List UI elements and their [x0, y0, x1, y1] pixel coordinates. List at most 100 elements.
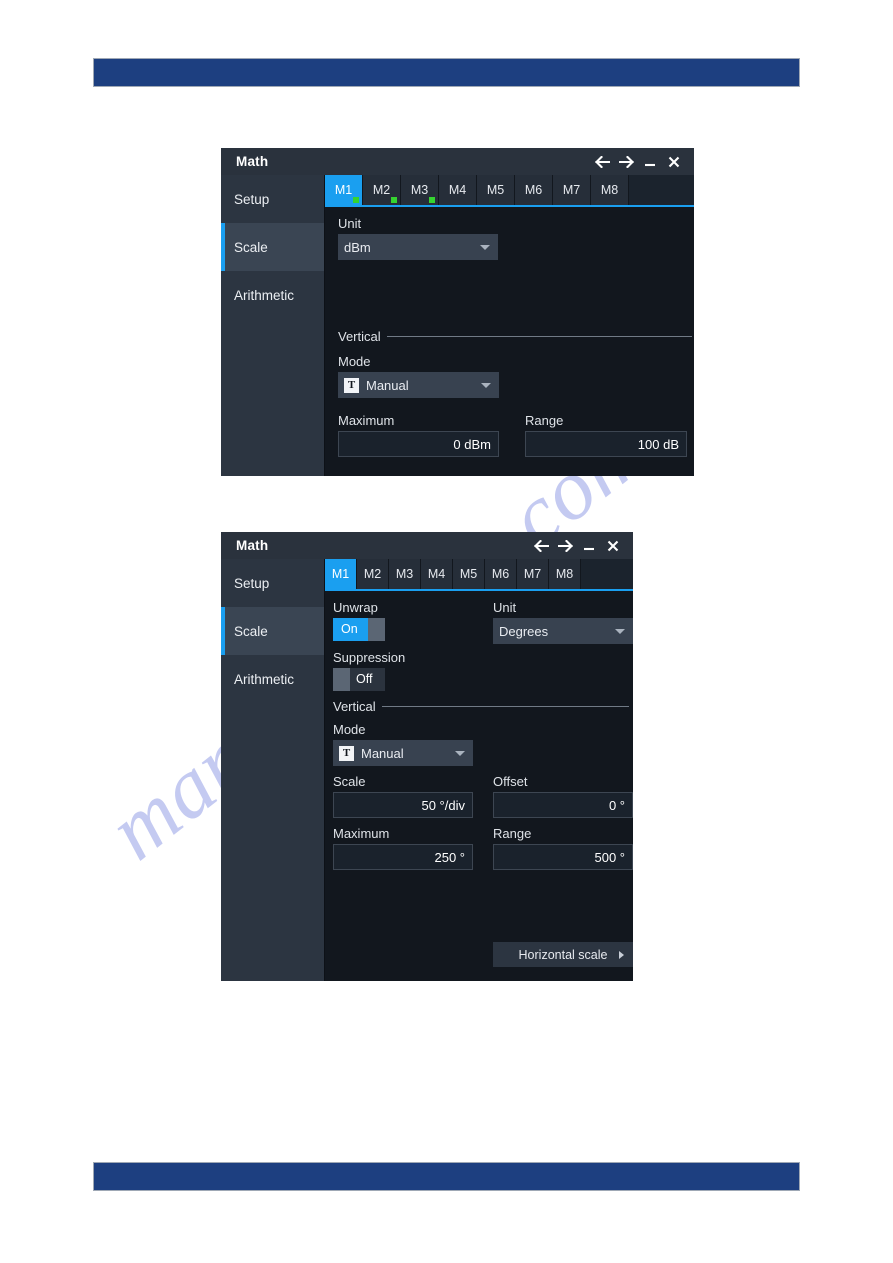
tab-label: M6: [524, 183, 543, 197]
range-input[interactable]: 100 dB: [525, 431, 687, 457]
maximum-input[interactable]: 250 °: [333, 844, 473, 870]
range-input[interactable]: 500 °: [493, 844, 633, 870]
sidebar-item-setup[interactable]: Setup: [221, 559, 324, 607]
chevron-down-icon: [615, 629, 625, 634]
vertical-section-label: Vertical: [338, 329, 381, 344]
horizontal-scale-label: Horizontal scale: [518, 947, 608, 962]
dialog2-tabstrip: M1 M2 M3 M4 M5 M6 M7 M8: [325, 559, 633, 591]
sidebar-item-label: Arithmetic: [234, 287, 295, 303]
mode-dropdown[interactable]: T Manual: [338, 372, 499, 398]
tab-m5[interactable]: M5: [453, 559, 485, 589]
unit-dropdown[interactable]: Degrees: [493, 618, 633, 644]
dialog2-titlebar: Math: [221, 532, 633, 559]
sidebar-item-setup[interactable]: Setup: [221, 175, 324, 223]
mode-dropdown[interactable]: T Manual: [333, 740, 473, 766]
unit-value: Degrees: [499, 623, 549, 639]
maximum-label: Maximum: [333, 826, 390, 841]
tab-label: M2: [363, 567, 382, 581]
dialog2-body: Setup Scale Arithmetic M1 M2 M3 M4 M5 M6…: [221, 559, 633, 981]
sidebar-item-label: Arithmetic: [234, 671, 295, 687]
tab-m1[interactable]: M1: [325, 559, 357, 589]
tab-m7[interactable]: M7: [517, 559, 549, 589]
tab-label: M3: [395, 567, 414, 581]
sidebar-item-label: Setup: [234, 575, 270, 591]
tab-m5[interactable]: M5: [477, 175, 515, 205]
tab-m4[interactable]: M4: [439, 175, 477, 205]
dialog2-title: Math: [236, 538, 269, 553]
suppression-label: Suppression: [333, 650, 406, 665]
maximum-label: Maximum: [338, 413, 395, 428]
offset-value: 0 °: [608, 797, 625, 813]
tab-m4[interactable]: M4: [421, 559, 453, 589]
tab-m2[interactable]: M2: [363, 175, 401, 205]
section-divider: [381, 706, 629, 707]
sidebar-item-arithmetic[interactable]: Arithmetic: [221, 271, 324, 319]
scale-value: 50 °/div: [421, 797, 465, 813]
suppression-toggle[interactable]: Off: [333, 668, 385, 691]
back-arrow-icon[interactable]: [590, 151, 614, 173]
dialog2-content: M1 M2 M3 M4 M5 M6 M7 M8 Unwrap On Unit D…: [325, 559, 633, 981]
tab-label: M8: [555, 567, 574, 581]
mode-label: Mode: [338, 354, 371, 369]
vertical-section-label: Vertical: [333, 699, 376, 714]
page-footer-bar: [93, 1162, 800, 1191]
horizontal-scale-button[interactable]: Horizontal scale: [493, 942, 633, 967]
close-icon[interactable]: [662, 151, 686, 173]
range-value: 100 dB: [637, 436, 679, 452]
chevron-down-icon: [481, 383, 491, 388]
unit-value: dBm: [344, 239, 371, 255]
tab-m1[interactable]: M1: [325, 175, 363, 205]
tab-label: M3: [410, 183, 429, 197]
minimize-icon[interactable]: [638, 151, 662, 173]
math-scale-dialog-magnitude: Math Setup Scale Arithmetic M1 M2 M3 M4 …: [221, 148, 694, 476]
maximum-input[interactable]: 0 dBm: [338, 431, 499, 457]
unit-dropdown[interactable]: dBm: [338, 234, 498, 260]
tab-active-dot-icon: [391, 197, 397, 203]
page-header-bar: [93, 58, 800, 87]
minimize-icon[interactable]: [577, 535, 601, 557]
tab-m8[interactable]: M8: [591, 175, 629, 205]
dialog2-sidebar: Setup Scale Arithmetic: [221, 559, 325, 981]
scale-input[interactable]: 50 °/div: [333, 792, 473, 818]
tab-label: M5: [486, 183, 505, 197]
tab-active-dot-icon: [429, 197, 435, 203]
chevron-down-icon: [480, 245, 490, 250]
dialog1-panel: Unit dBm Vertical Mode T Manual Maximum: [325, 207, 694, 476]
forward-arrow-icon[interactable]: [614, 151, 638, 173]
tab-m7[interactable]: M7: [553, 175, 591, 205]
close-icon[interactable]: [601, 535, 625, 557]
dialog1-title: Math: [236, 154, 269, 169]
forward-arrow-icon[interactable]: [553, 535, 577, 557]
dialog1-sidebar: Setup Scale Arithmetic: [221, 175, 325, 476]
offset-label: Offset: [493, 774, 528, 789]
tab-m6[interactable]: M6: [515, 175, 553, 205]
maximum-value: 250 °: [434, 849, 465, 865]
tab-m3[interactable]: M3: [389, 559, 421, 589]
tab-label: M7: [562, 183, 581, 197]
tab-label: M5: [459, 567, 478, 581]
dialog2-panel: Unwrap On Unit Degrees Suppression Off V…: [325, 591, 633, 981]
tab-m3[interactable]: M3: [401, 175, 439, 205]
range-label: Range: [525, 413, 564, 428]
sidebar-item-scale[interactable]: Scale: [221, 223, 324, 271]
dialog1-body: Setup Scale Arithmetic M1 M2 M3 M4 M5 M6…: [221, 175, 694, 476]
unit-label: Unit: [338, 216, 362, 231]
tab-m6[interactable]: M6: [485, 559, 517, 589]
unwrap-toggle-state: On: [341, 622, 358, 636]
tabstrip-filler: [581, 559, 633, 589]
math-scale-dialog-phase: Math Setup Scale Arithmetic M1 M2 M3 M4 …: [221, 532, 633, 981]
vertical-section-header: Vertical: [333, 699, 629, 714]
range-label: Range: [493, 826, 532, 841]
sidebar-item-scale[interactable]: Scale: [221, 607, 324, 655]
dialog1-titlebar: Math: [221, 148, 694, 175]
sidebar-item-arithmetic[interactable]: Arithmetic: [221, 655, 324, 703]
tab-m8[interactable]: M8: [549, 559, 581, 589]
unwrap-toggle[interactable]: On: [333, 618, 385, 641]
vertical-section-header: Vertical: [338, 329, 692, 344]
mode-value: Manual: [366, 377, 409, 393]
tab-m2[interactable]: M2: [357, 559, 389, 589]
toggle-knob: [333, 668, 350, 691]
back-arrow-icon[interactable]: [529, 535, 553, 557]
offset-input[interactable]: 0 °: [493, 792, 633, 818]
tab-label: M6: [491, 567, 510, 581]
